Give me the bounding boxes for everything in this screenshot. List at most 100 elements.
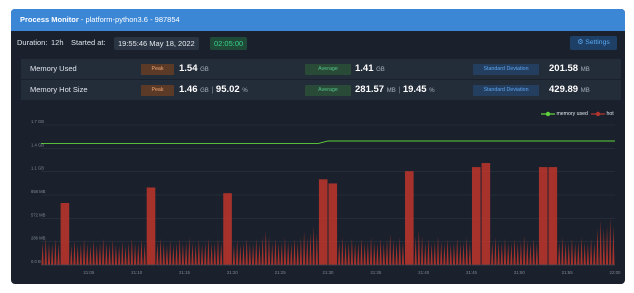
x-tick-label: 21:55 bbox=[562, 270, 574, 275]
x-tick-label: 22:00 bbox=[610, 270, 622, 275]
y-tick-label: 1.1 GB bbox=[31, 166, 44, 171]
hot-spike bbox=[274, 238, 277, 265]
hot-spike bbox=[197, 239, 200, 265]
hot-spike bbox=[500, 242, 503, 265]
hot-spike bbox=[102, 238, 105, 265]
hot-spike bbox=[596, 228, 599, 265]
std-dev-value: 429.89 bbox=[549, 84, 579, 95]
stats-row-memory-used: Memory Used Peak 1.54 GB Average 1.41 GB… bbox=[21, 59, 621, 79]
hot-spike bbox=[92, 240, 95, 265]
hot-spike bbox=[258, 243, 261, 265]
percent-unit: % bbox=[242, 88, 248, 94]
hot-spike bbox=[140, 238, 143, 265]
y-tick-label: 286 MB bbox=[31, 236, 46, 241]
hot-spike bbox=[293, 238, 296, 265]
hot-spike bbox=[95, 244, 98, 265]
hot-spike bbox=[232, 244, 236, 265]
x-tick-label: 21:35 bbox=[370, 270, 382, 275]
memory-used-line bbox=[41, 140, 615, 144]
hot-spike bbox=[118, 245, 121, 265]
memory-stats-table: Memory Used Peak 1.54 GB Average 1.41 GB… bbox=[21, 59, 621, 101]
hot-spike bbox=[130, 238, 133, 265]
hot-spike bbox=[169, 240, 172, 265]
hot-spike bbox=[344, 242, 347, 265]
x-tick-label: 21:25 bbox=[275, 270, 287, 275]
hot-spike bbox=[309, 232, 312, 265]
hot-spike bbox=[213, 242, 216, 265]
hot-bar bbox=[481, 163, 491, 265]
hot-spike bbox=[159, 238, 162, 265]
hot-spike bbox=[510, 242, 513, 265]
hot-spike bbox=[507, 242, 510, 265]
hot-spike bbox=[181, 242, 185, 265]
hot-spike bbox=[382, 242, 385, 265]
window-title: Process Monitor - platform-python3.6 - 9… bbox=[20, 9, 180, 31]
hot-spike bbox=[417, 230, 420, 265]
memory-hot-average: 281.57 MB | 19.45 % bbox=[355, 80, 435, 101]
peak-value: 1.54 bbox=[179, 63, 198, 74]
hot-spike bbox=[280, 242, 283, 265]
title-bar: Process Monitor - platform-python3.6 - 9… bbox=[11, 9, 625, 31]
y-tick-label: 1.7 GB bbox=[31, 119, 44, 124]
memory-hot-std-dev: 429.89 MB bbox=[549, 80, 590, 101]
hot-spike bbox=[395, 242, 398, 265]
app-name: Process Monitor bbox=[20, 15, 79, 24]
hot-spike bbox=[296, 242, 299, 265]
stats-row-memory-hot: Memory Hot Size Peak 1.46 GB | 95.02 % A… bbox=[21, 80, 621, 100]
process-name: platform-python3.6 bbox=[85, 15, 148, 24]
hot-spike bbox=[516, 242, 519, 265]
hot-bar bbox=[146, 187, 156, 265]
x-tick-label: 21:40 bbox=[418, 270, 430, 275]
std-dev-unit: MB bbox=[580, 88, 590, 94]
started-time: 19:55:46 May 18, 2022 bbox=[114, 37, 199, 50]
hot-spike bbox=[574, 242, 577, 265]
title-separator-2: - bbox=[147, 15, 155, 24]
hot-spike bbox=[497, 242, 500, 265]
average-badge: Average bbox=[305, 85, 351, 96]
hot-spike bbox=[503, 238, 507, 265]
x-tick-label: 21:50 bbox=[514, 270, 526, 275]
value-separator: | bbox=[211, 87, 214, 94]
hot-spike bbox=[239, 244, 242, 265]
hot-spike bbox=[175, 242, 178, 265]
hot-spike bbox=[558, 242, 561, 265]
hot-spike bbox=[255, 238, 258, 265]
hot-spike bbox=[529, 242, 532, 265]
hot-bar bbox=[223, 193, 232, 265]
hot-spike bbox=[389, 233, 392, 265]
settings-button[interactable]: ⚙ Settings bbox=[570, 36, 617, 50]
process-monitor-window: Process Monitor - platform-python3.6 - 9… bbox=[11, 9, 625, 284]
hot-spike bbox=[414, 236, 417, 265]
x-tick-label: 21:20 bbox=[227, 270, 239, 275]
peak-unit: GB bbox=[200, 67, 209, 73]
hot-spike bbox=[207, 238, 210, 265]
hot-spike bbox=[436, 236, 440, 265]
hot-spike bbox=[137, 243, 140, 265]
hot-spike bbox=[612, 226, 615, 265]
hot-spike bbox=[191, 242, 194, 265]
hot-spike bbox=[290, 242, 293, 265]
hot-spike bbox=[605, 226, 609, 265]
hot-spike bbox=[602, 228, 605, 265]
elapsed-time-badge: 02:05:00 bbox=[210, 37, 248, 50]
peak-unit: GB bbox=[200, 88, 209, 94]
hot-spike bbox=[462, 242, 465, 265]
hot-spike bbox=[54, 238, 57, 265]
hot-spike bbox=[443, 243, 446, 265]
hot-spike bbox=[535, 242, 538, 265]
hot-spike bbox=[570, 238, 574, 265]
hot-spike bbox=[124, 245, 127, 265]
hot-spike bbox=[236, 239, 239, 265]
x-tick-label: 21:30 bbox=[323, 270, 335, 275]
hot-spike bbox=[449, 243, 452, 265]
hot-spike bbox=[526, 240, 529, 265]
hot-spike bbox=[360, 238, 363, 265]
hot-spike bbox=[89, 244, 92, 265]
hot-spike bbox=[156, 242, 159, 265]
memory-hot-peak: 1.46 GB | 95.02 % bbox=[179, 80, 248, 101]
hot-spike bbox=[51, 243, 54, 265]
hot-spike bbox=[456, 238, 459, 265]
hot-bar bbox=[60, 202, 70, 265]
hot-spike bbox=[264, 230, 267, 265]
hot-bar bbox=[548, 167, 558, 265]
